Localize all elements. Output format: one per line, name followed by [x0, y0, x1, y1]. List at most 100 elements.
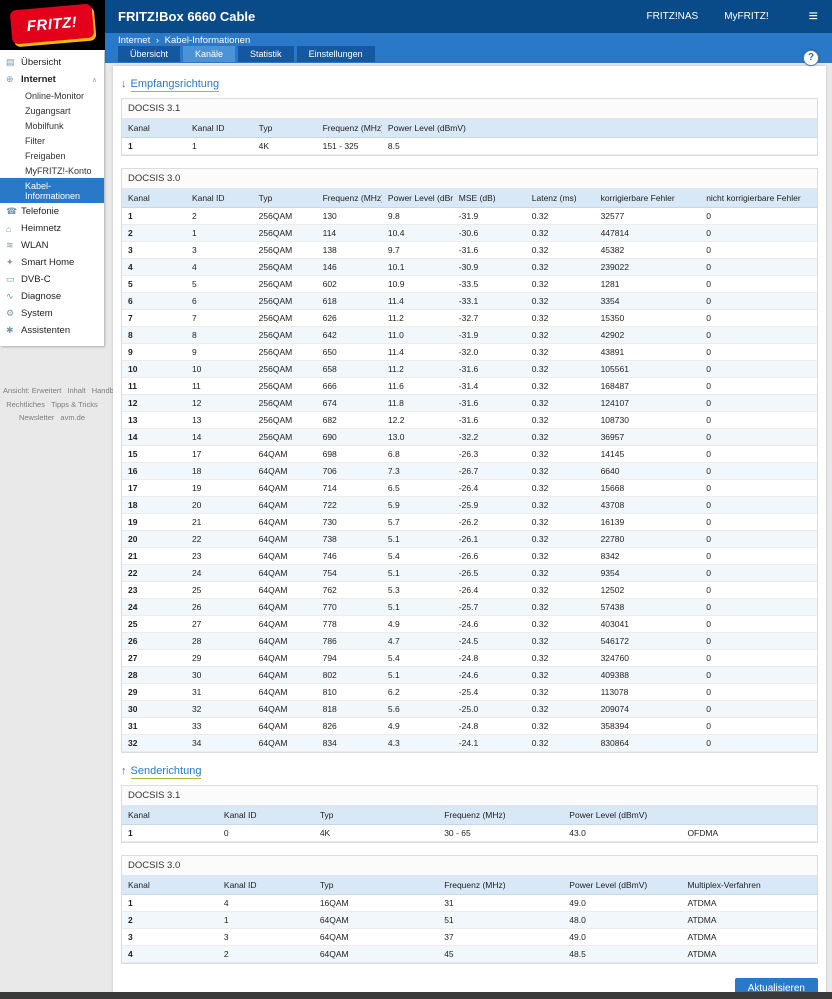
- hamburger-icon[interactable]: ≡: [809, 8, 818, 25]
- table-cell: -32.0: [452, 343, 526, 361]
- sidebar-item-label: Internet: [21, 74, 56, 85]
- table-cell: 9.8: [381, 207, 453, 225]
- help-icon[interactable]: ?: [803, 50, 819, 66]
- sidebar-item-internet[interactable]: ⊕ Internet ∧: [0, 71, 104, 88]
- table-cell: -26.1: [452, 530, 526, 548]
- table-cell: ATDMA: [681, 928, 817, 946]
- sidebar-item-mobilfunk[interactable]: Mobilfunk: [0, 118, 104, 133]
- table-cell: 26: [185, 598, 253, 616]
- sidebar-item-smart-home[interactable]: ✦ Smart Home: [0, 254, 104, 271]
- footer-link-inhalt[interactable]: Inhalt: [67, 386, 85, 395]
- column-header: Kanal ID: [217, 876, 314, 895]
- header-link-fritz-nas[interactable]: FRITZ!NAS: [647, 11, 699, 22]
- table-cell: 1: [122, 207, 186, 225]
- sidebar-item-diagnose[interactable]: ∿ Diagnose: [0, 288, 104, 305]
- tab-statistik[interactable]: Statistik: [238, 46, 294, 62]
- table-cell: 256QAM: [252, 224, 317, 242]
- sidebar-item-filter[interactable]: Filter: [0, 133, 104, 148]
- column-header: Power Level (dBmV): [563, 876, 682, 895]
- table-cell: -26.4: [452, 581, 526, 599]
- section-senderichtung[interactable]: ↑ Senderichtung: [121, 765, 818, 779]
- sidebar-item-kabel-informationen[interactable]: Kabel-Informationen: [0, 178, 104, 203]
- table-cell: 778: [316, 615, 382, 633]
- sidebar-item-heimnetz[interactable]: ⌂ Heimnetz: [0, 220, 104, 237]
- sidebar-item-wlan[interactable]: ≋ WLAN: [0, 237, 104, 254]
- sidebar-item-ubersicht[interactable]: ▤ Übersicht: [0, 54, 104, 71]
- table-cell: 256QAM: [252, 241, 317, 259]
- table-cell: 31: [185, 683, 253, 701]
- table-cell: -24.6: [452, 666, 526, 684]
- table-cell: 1281: [594, 275, 701, 293]
- table-cell: 16139: [594, 513, 701, 531]
- table-cell: -24.1: [452, 734, 526, 752]
- table-cell: 409388: [594, 666, 701, 684]
- footer-link-tipps-tricks[interactable]: Tipps & Tricks: [51, 400, 98, 409]
- sidebar-item-assistenten[interactable]: ✱ Assistenten: [0, 322, 104, 339]
- table-cell: 24: [185, 564, 253, 582]
- table-cell: 0.32: [525, 428, 595, 446]
- table-row: 23 25 64QAM 762 5.3 -26.4 0.32 12502 0: [122, 581, 817, 599]
- diagnose-icon: ∿: [6, 291, 14, 301]
- fritz-logo[interactable]: FRITZ!: [0, 0, 105, 50]
- column-header: Kanal: [122, 119, 186, 138]
- table-cell: 64QAM: [252, 649, 317, 667]
- table-cell: -24.8: [452, 717, 526, 735]
- column-header: Frequenz (MHz): [316, 119, 382, 138]
- sidebar-item-myfritz-konto[interactable]: MyFRITZ!-Konto: [0, 163, 104, 178]
- footer-link-ansicht-erweitert[interactable]: Ansicht: Erweitert: [3, 386, 61, 395]
- table-cell: 256QAM: [252, 309, 317, 327]
- sidebar-item-telefonie[interactable]: ☎ Telefonie: [0, 203, 104, 220]
- table-cell: 8: [185, 326, 253, 344]
- table-cell: 20: [122, 530, 186, 548]
- table-cell: 124107: [594, 394, 701, 412]
- table-cell: 0.32: [525, 462, 595, 480]
- table-cell: 0.32: [525, 394, 595, 412]
- table-cell: -31.6: [452, 411, 526, 429]
- table-cell: 666: [316, 377, 382, 395]
- table-cell: 0.32: [525, 581, 595, 599]
- table-cell: 19: [185, 479, 253, 497]
- header-link-myfritz[interactable]: MyFRITZ!: [724, 11, 768, 22]
- sidebar-item-freigaben[interactable]: Freigaben: [0, 148, 104, 163]
- table-cell: 802: [316, 666, 382, 684]
- table-cell: -26.4: [452, 479, 526, 497]
- table-cell: -32.2: [452, 428, 526, 446]
- tab-einstellungen[interactable]: Einstellungen: [296, 46, 375, 62]
- breadcrumb-section[interactable]: Internet: [118, 35, 150, 46]
- tab-ubersicht[interactable]: Übersicht: [118, 46, 181, 62]
- footer-link-newsletter[interactable]: Newsletter: [19, 413, 54, 422]
- table-cell: 64QAM: [252, 547, 317, 565]
- table-cell: 0.32: [525, 207, 595, 225]
- tab-kanale[interactable]: Kanäle: [183, 46, 236, 62]
- table-cell: 4: [122, 258, 186, 276]
- fritz-logo-shape: FRITZ!: [9, 3, 95, 45]
- column-header: Frequenz (MHz): [316, 189, 382, 208]
- sidebar-item-online-monitor[interactable]: Online-Monitor: [0, 88, 104, 103]
- table-cell: 0: [700, 377, 817, 395]
- table-cell: 0: [217, 824, 314, 842]
- table-cell: 4K: [252, 137, 317, 155]
- breadcrumb: Internet › Kabel-Informationen: [118, 35, 250, 46]
- table-cell: 48.0: [563, 911, 682, 929]
- sidebar-item-system[interactable]: ⚙ System: [0, 305, 104, 322]
- table-cell: 770: [316, 598, 382, 616]
- table-cell: -31.6: [452, 241, 526, 259]
- section-senderichtung-label: Senderichtung: [130, 765, 202, 779]
- section-empfangsrichtung[interactable]: ↓ Empfangsrichtung: [121, 78, 818, 92]
- table-cell: 8.5: [381, 137, 817, 155]
- sidebar-item-zugangsart[interactable]: Zugangsart: [0, 103, 104, 118]
- footer-link-avm-de[interactable]: avm.de: [60, 413, 85, 422]
- table-cell: 24: [122, 598, 186, 616]
- table-row: 22 24 64QAM 754 5.1 -26.5 0.32 9354 0: [122, 564, 817, 582]
- table-cell: -33.5: [452, 275, 526, 293]
- table-cell: 15: [122, 445, 186, 463]
- table-cell: ATDMA: [681, 911, 817, 929]
- table-header-row: Kanal Kanal ID Typ Frequenz (MHz) Power Leve…: [122, 876, 817, 895]
- table-cell: 0: [700, 615, 817, 633]
- table-cell: -24.6: [452, 615, 526, 633]
- downstream-docsis30-table: DOCSIS 3.0 Kanal Kanal ID Typ Frequenz (MHz…: [121, 168, 818, 753]
- table-cell: 146: [316, 258, 382, 276]
- sidebar-item-dvb-c[interactable]: ▭ DVB-C: [0, 271, 104, 288]
- footer-link-rechtliches[interactable]: Rechtliches: [6, 400, 45, 409]
- table-cell: 108730: [594, 411, 701, 429]
